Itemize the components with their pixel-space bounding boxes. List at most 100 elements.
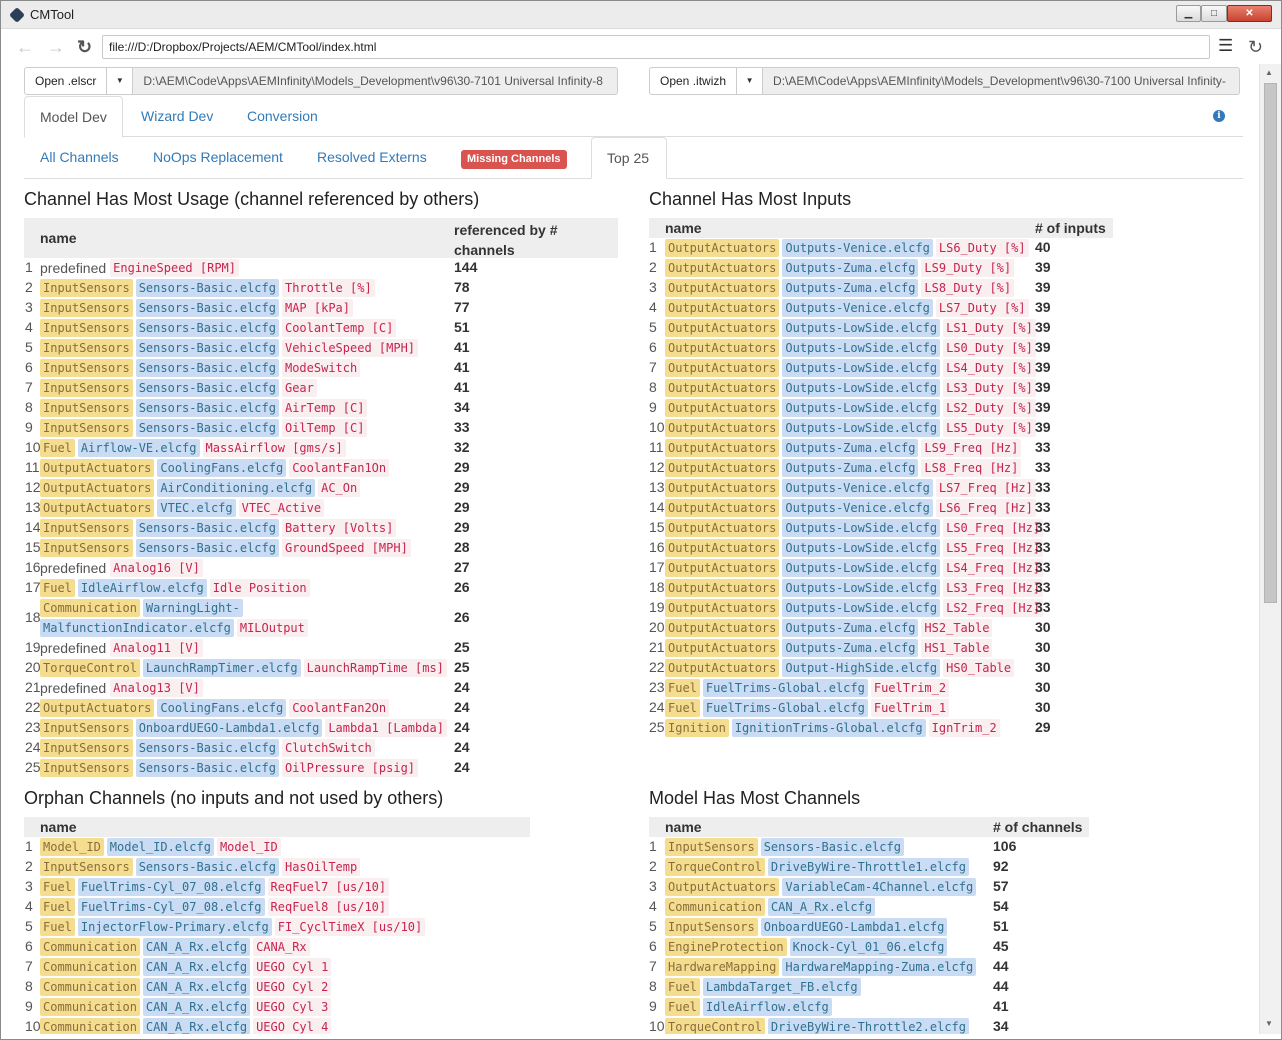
model-file-tag[interactable]: Outputs-Venice.elcfg bbox=[782, 499, 933, 517]
channel-tag[interactable]: EngineSpeed [RPM] bbox=[110, 259, 239, 277]
channel-tag[interactable]: LaunchRampTime [ms] bbox=[303, 659, 447, 677]
model-file-tag[interactable]: Outputs-LowSide.elcfg bbox=[782, 519, 941, 537]
model-file-tag[interactable]: Outputs-Zuma.elcfg bbox=[782, 279, 919, 297]
channel-tag[interactable]: LS5_Duty [%] bbox=[943, 419, 1036, 437]
model-file-tag[interactable]: Sensors-Basic.elcfg bbox=[135, 299, 279, 317]
model-file-tag[interactable]: Sensors-Basic.elcfg bbox=[135, 739, 279, 757]
chevron-down-icon[interactable]: ▼ bbox=[737, 67, 764, 95]
channel-tag[interactable]: HS2_Table bbox=[921, 619, 993, 637]
address-bar[interactable]: file:///D:/Dropbox/Projects/AEM/CMTool/i… bbox=[102, 35, 1210, 59]
model-file-tag[interactable]: CAN_A_Rx.elcfg bbox=[767, 898, 876, 916]
model-file-tag[interactable]: Outputs-Zuma.elcfg bbox=[782, 459, 919, 477]
open-itwizh-button[interactable]: Open .itwizh bbox=[649, 67, 738, 95]
scroll-down-icon[interactable]: ▼ bbox=[1265, 1019, 1273, 1028]
model-file-tag[interactable]: CoolingFans.elcfg bbox=[157, 459, 287, 477]
scroll-up-icon[interactable]: ▲ bbox=[1265, 68, 1273, 77]
vertical-scrollbar[interactable]: ▲ ▼ bbox=[1259, 64, 1281, 1034]
model-file-tag[interactable]: Airflow-VE.elcfg bbox=[77, 439, 200, 457]
refresh-icon[interactable]: ↻ bbox=[1248, 37, 1263, 58]
model-file-tag[interactable]: FuelTrims-Cyl_07_08.elcfg bbox=[77, 878, 265, 896]
tab-noops-replacement[interactable]: NoOps Replacement bbox=[153, 137, 283, 178]
model-file-tag[interactable]: CAN_A_Rx.elcfg bbox=[142, 978, 251, 996]
reload-icon[interactable]: ↻ bbox=[77, 37, 92, 58]
channel-tag[interactable]: CoolantTemp [C] bbox=[281, 319, 397, 337]
model-file-tag[interactable]: Sensors-Basic.elcfg bbox=[135, 379, 279, 397]
model-file-tag[interactable]: CoolingFans.elcfg bbox=[157, 699, 287, 717]
model-file-tag[interactable]: Sensors-Basic.elcfg bbox=[135, 359, 279, 377]
model-file-tag-continued[interactable]: MalfunctionIndicator.elcfg bbox=[40, 619, 234, 637]
channel-tag[interactable]: LS2_Freq [Hz] bbox=[943, 599, 1044, 617]
channel-tag[interactable]: LS0_Duty [%] bbox=[943, 339, 1036, 357]
channel-tag[interactable]: Model_ID bbox=[216, 838, 281, 856]
model-file-tag[interactable]: HardwareMapping-Zuma.elcfg bbox=[782, 958, 977, 976]
open-elscr-button[interactable]: Open .elscr bbox=[24, 67, 108, 95]
channel-tag[interactable]: LS6_Duty [%] bbox=[935, 239, 1029, 257]
model-file-tag[interactable]: DriveByWire-Throttle2.elcfg bbox=[767, 1018, 969, 1034]
channel-tag[interactable]: Analog16 [V] bbox=[110, 559, 203, 577]
model-file-tag[interactable]: Sensors-Basic.elcfg bbox=[135, 539, 279, 557]
menu-icon[interactable]: ☰ bbox=[1218, 36, 1233, 56]
channel-tag[interactable]: UEGO Cyl 4 bbox=[253, 1018, 332, 1034]
channel-tag[interactable]: UEGO Cyl 2 bbox=[253, 978, 332, 996]
channel-tag[interactable]: Throttle [%] bbox=[281, 279, 375, 297]
model-file-tag[interactable]: OnboardUEGO-Lambda1.elcfg bbox=[760, 918, 948, 936]
channel-tag[interactable]: LS3_Duty [%] bbox=[943, 379, 1036, 397]
tab-wizard-dev[interactable]: Wizard Dev bbox=[141, 96, 213, 137]
channel-tag[interactable]: ReqFuel8 [us/10] bbox=[267, 898, 390, 916]
channel-tag[interactable]: VTEC_Active bbox=[238, 499, 325, 517]
model-file-tag[interactable]: CAN_A_Rx.elcfg bbox=[142, 938, 251, 956]
model-file-tag[interactable]: Outputs-Venice.elcfg bbox=[782, 299, 933, 317]
channel-tag[interactable]: LS9_Freq [Hz] bbox=[921, 439, 1022, 457]
channel-tag[interactable]: LS2_Duty [%] bbox=[943, 399, 1036, 417]
model-file-tag[interactable]: Outputs-LowSide.elcfg bbox=[782, 399, 941, 417]
back-arrow-icon[interactable]: ← bbox=[16, 37, 34, 58]
close-button[interactable]: ✕ bbox=[1227, 5, 1272, 22]
channel-tag[interactable]: LS6_Freq [Hz] bbox=[935, 499, 1036, 517]
channel-tag[interactable]: MAP [kPa] bbox=[281, 299, 354, 317]
channel-tag[interactable]: HasOilTemp bbox=[281, 858, 361, 876]
model-file-tag[interactable]: Outputs-LowSide.elcfg bbox=[782, 339, 941, 357]
channel-tag[interactable]: Gear bbox=[281, 379, 317, 397]
channel-tag[interactable]: OilPressure [psig] bbox=[281, 759, 419, 777]
model-file-tag[interactable]: Model_ID.elcfg bbox=[106, 838, 214, 856]
channel-tag[interactable]: CoolantFan1On bbox=[289, 459, 390, 477]
channel-tag[interactable]: Idle Position bbox=[209, 579, 310, 597]
model-file-tag[interactable]: CAN_A_Rx.elcfg bbox=[142, 958, 251, 976]
channel-tag[interactable]: LS4_Freq [Hz] bbox=[943, 559, 1044, 577]
scrollbar-thumb[interactable] bbox=[1264, 83, 1277, 603]
channel-tag[interactable]: ModeSwitch bbox=[281, 359, 361, 377]
tab-model-dev[interactable]: Model Dev bbox=[24, 96, 123, 138]
model-file-tag[interactable]: OnboardUEGO-Lambda1.elcfg bbox=[135, 719, 323, 737]
minimize-button[interactable]: ▁ bbox=[1176, 5, 1201, 22]
channel-tag[interactable]: MassAirflow [gms/s] bbox=[202, 439, 346, 457]
channel-tag[interactable]: GroundSpeed [MPH] bbox=[281, 539, 411, 557]
channel-tag[interactable]: CoolantFan2On bbox=[289, 699, 390, 717]
info-icon[interactable]: i bbox=[1213, 110, 1225, 122]
model-file-tag[interactable]: AirConditioning.elcfg bbox=[157, 479, 316, 497]
model-file-tag[interactable]: WarningLight- bbox=[142, 599, 243, 617]
model-file-tag[interactable]: Outputs-LowSide.elcfg bbox=[782, 559, 941, 577]
model-file-tag[interactable]: Sensors-Basic.elcfg bbox=[135, 419, 279, 437]
channel-tag[interactable]: Analog13 [V] bbox=[110, 679, 203, 697]
channel-tag[interactable]: LS9_Duty [%] bbox=[921, 259, 1015, 277]
model-file-tag[interactable]: VTEC.elcfg bbox=[157, 499, 236, 517]
model-file-tag[interactable]: IdleAirflow.elcfg bbox=[702, 998, 832, 1016]
channel-tag[interactable]: OilTemp [C] bbox=[281, 419, 368, 437]
channel-tag[interactable]: LS1_Duty [%] bbox=[943, 319, 1036, 337]
channel-tag[interactable]: FuelTrim_1 bbox=[870, 699, 950, 717]
channel-tag[interactable]: Battery [Volts] bbox=[281, 519, 397, 537]
channel-tag[interactable]: VehicleSpeed [MPH] bbox=[281, 339, 419, 357]
model-file-tag[interactable]: CAN_A_Rx.elcfg bbox=[142, 1018, 251, 1034]
model-file-tag[interactable]: InjectorFlow-Primary.elcfg bbox=[77, 918, 272, 936]
model-file-tag[interactable]: Outputs-Zuma.elcfg bbox=[782, 639, 919, 657]
channel-tag[interactable]: CANA_Rx bbox=[253, 938, 310, 956]
model-file-tag[interactable]: Sensors-Basic.elcfg bbox=[135, 339, 279, 357]
channel-tag[interactable]: Analog11 [V] bbox=[110, 639, 203, 657]
model-file-tag[interactable]: Outputs-LowSide.elcfg bbox=[782, 319, 941, 337]
model-file-tag[interactable]: LambdaTarget_FB.elcfg bbox=[702, 978, 861, 996]
model-file-tag[interactable]: Outputs-LowSide.elcfg bbox=[782, 359, 941, 377]
tab-missing-channels[interactable]: Missing Channels bbox=[461, 150, 567, 169]
channel-tag[interactable]: HS1_Table bbox=[921, 639, 993, 657]
model-file-tag[interactable]: Outputs-Zuma.elcfg bbox=[782, 619, 919, 637]
model-file-tag[interactable]: Outputs-LowSide.elcfg bbox=[782, 599, 941, 617]
